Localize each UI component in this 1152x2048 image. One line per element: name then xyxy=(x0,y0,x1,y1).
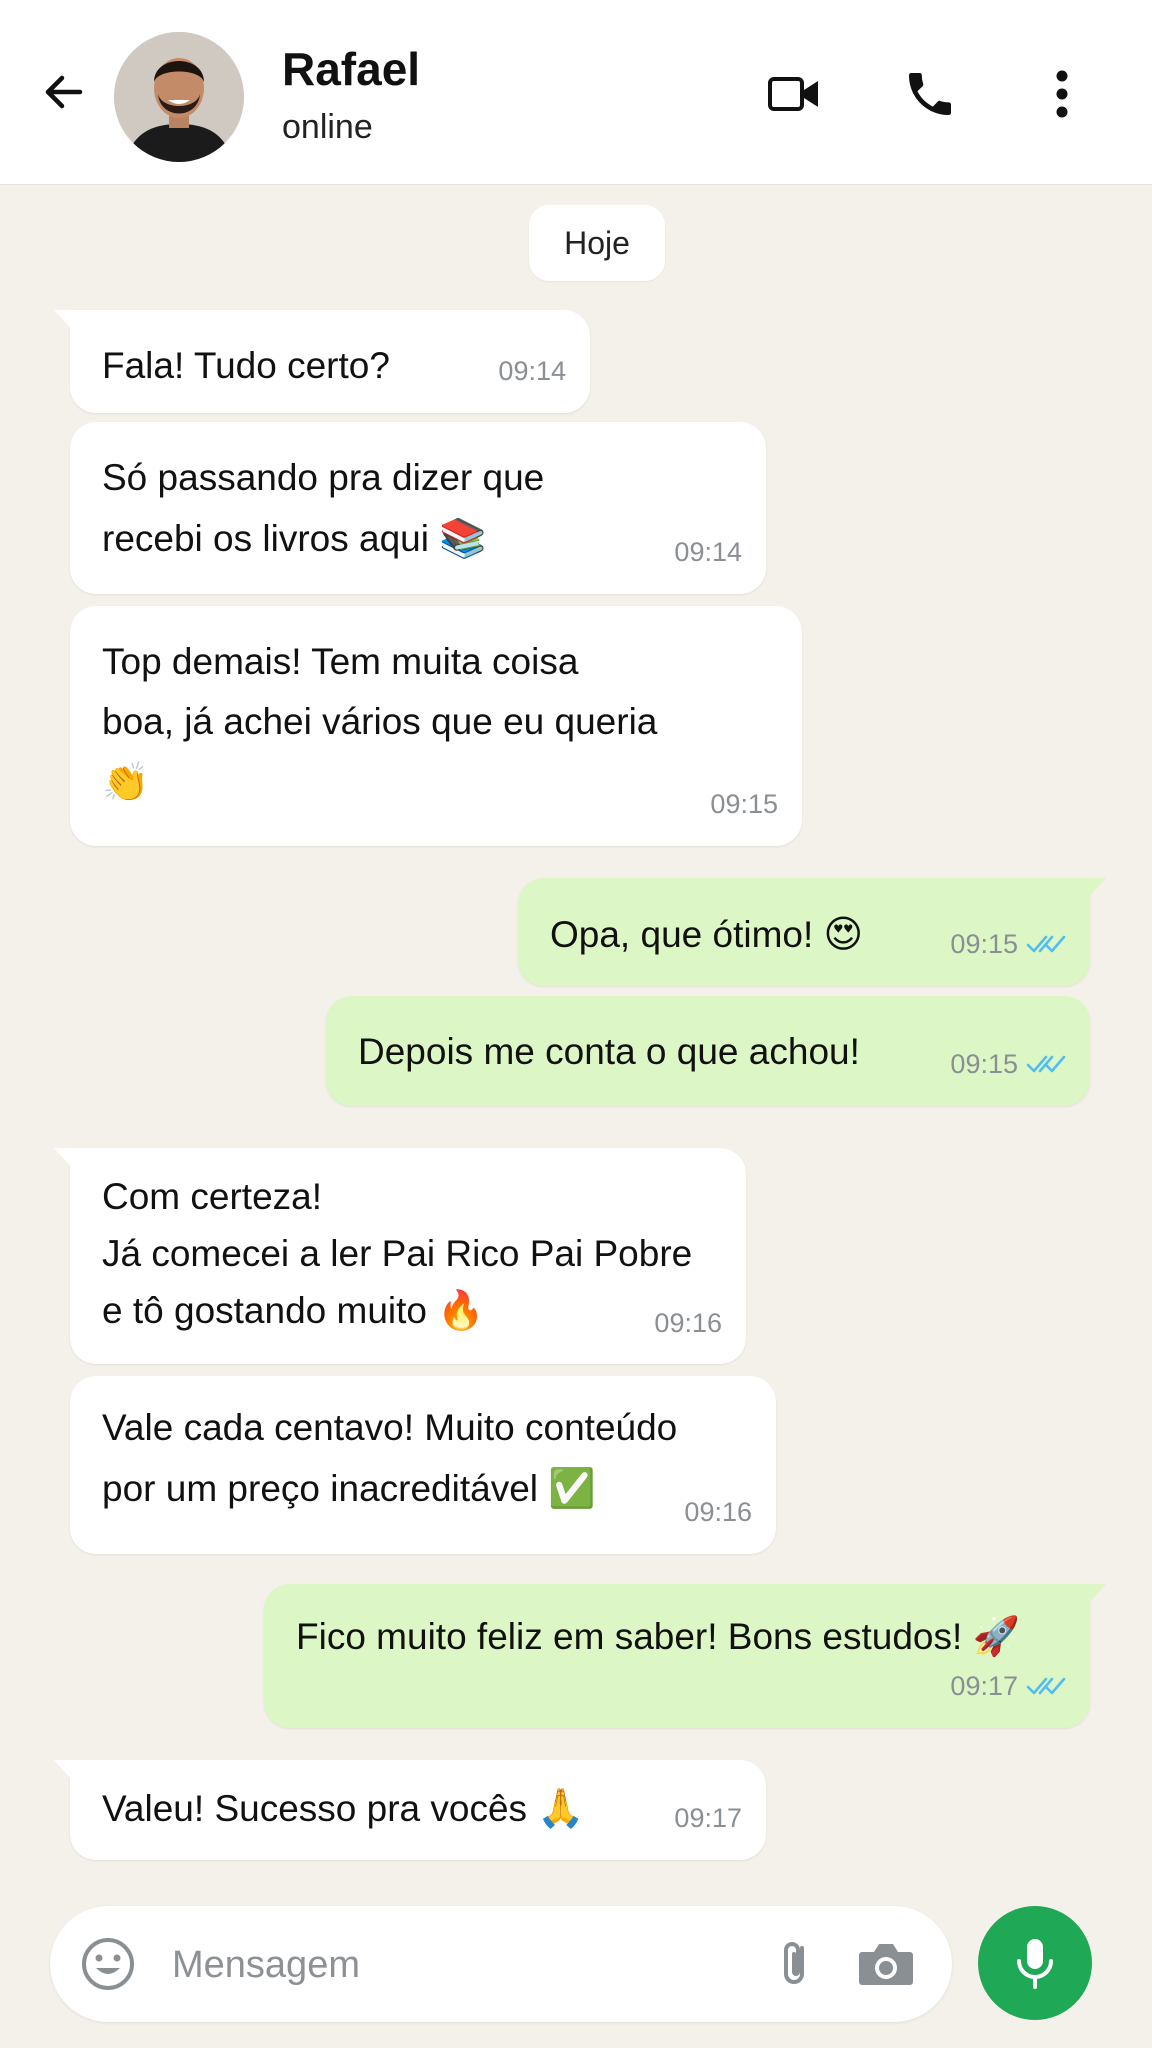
message-meta: 09:17 xyxy=(950,1656,1066,1716)
message-time: 09:16 xyxy=(654,1308,722,1338)
message-meta: 09:15 xyxy=(950,914,1066,974)
folded-hands-emoji: 🙏 xyxy=(537,1786,585,1830)
message-composer xyxy=(50,1906,952,2022)
contact-name[interactable]: Rafael xyxy=(282,42,420,96)
message-incoming[interactable]: Top demais! Tem muita coisa boa, já ache… xyxy=(70,606,802,846)
fire-emoji: 🔥 xyxy=(437,1288,485,1332)
message-incoming[interactable]: Vale cada centavo! Muito conteúdo por um… xyxy=(70,1376,776,1554)
message-time: 09:15 xyxy=(710,789,778,819)
message-input[interactable] xyxy=(170,1934,734,1996)
microphone-icon xyxy=(1017,1939,1053,1989)
message-meta: 09:14 xyxy=(674,522,742,582)
read-receipt-icon xyxy=(1026,935,1066,953)
message-meta: 09:15 xyxy=(950,1034,1066,1094)
phone-icon xyxy=(909,73,951,115)
message-outgoing[interactable]: Opa, que ótimo! 😍 09:15 xyxy=(518,878,1106,986)
message-time: 09:15 xyxy=(950,929,1018,959)
clapping-hands-emoji: 👏 xyxy=(102,760,150,804)
read-receipt-icon xyxy=(1026,1055,1066,1073)
message-time: 09:15 xyxy=(950,1049,1018,1079)
video-call-button[interactable] xyxy=(758,58,830,130)
message-time: 09:17 xyxy=(674,1803,742,1833)
bubble-tail xyxy=(54,310,72,330)
message-time: 09:16 xyxy=(684,1497,752,1527)
bubble-tail xyxy=(54,1148,72,1168)
heart-eyes-emoji: 😍 xyxy=(823,912,864,956)
message-incoming[interactable]: Só passando pra dizer que recebi os livr… xyxy=(70,422,766,594)
message-outgoing[interactable]: Fico muito feliz em saber! Bons estudos!… xyxy=(264,1584,1106,1728)
chat-header: Rafael online xyxy=(0,0,1152,185)
back-button[interactable] xyxy=(32,60,96,124)
bubble-tail xyxy=(1088,878,1106,898)
message-meta: 09:15 xyxy=(710,774,778,834)
bubble-tail xyxy=(1088,1584,1106,1604)
avatar-image xyxy=(114,32,244,162)
message-meta: 09:16 xyxy=(654,1295,722,1352)
message-text: Fala! Tudo certo? xyxy=(102,345,390,386)
message-meta: 09:16 xyxy=(684,1482,752,1542)
message-text: Top demais! Tem muita coisa boa, já ache… xyxy=(102,641,658,742)
camera-icon[interactable] xyxy=(854,1934,918,1994)
message-incoming[interactable]: Com certeza! Já comecei a ler Pai Rico P… xyxy=(54,1148,746,1364)
voice-message-button[interactable] xyxy=(978,1906,1092,2020)
bubble-tail xyxy=(54,1760,72,1780)
more-vertical-icon xyxy=(1056,70,1068,118)
message-meta: 09:17 xyxy=(674,1788,742,1848)
video-camera-icon xyxy=(768,77,818,111)
message-meta: 09:14 xyxy=(498,341,566,401)
message-incoming[interactable]: Fala! Tudo certo? 09:14 xyxy=(54,310,590,413)
check-mark-emoji: ✅ xyxy=(548,1466,596,1510)
message-text: Com certeza! Já comecei a ler Pai Rico P… xyxy=(102,1176,693,1331)
read-receipt-icon xyxy=(1026,1677,1066,1695)
message-incoming[interactable]: Valeu! Sucesso pra vocês 🙏 09:17 xyxy=(54,1760,766,1860)
message-time: 09:14 xyxy=(674,537,742,567)
arrow-left-icon xyxy=(45,75,83,109)
date-separator: Hoje xyxy=(529,205,665,281)
message-text: Opa, que ótimo! xyxy=(550,914,814,955)
smiley-icon[interactable] xyxy=(78,1934,138,1994)
message-text: Valeu! Sucesso pra vocês xyxy=(102,1788,528,1829)
message-time: 09:14 xyxy=(498,356,566,386)
message-text: Fico muito feliz em saber! Bons estudos! xyxy=(296,1616,963,1657)
message-time: 09:17 xyxy=(950,1671,1018,1701)
more-options-button[interactable] xyxy=(1026,58,1098,130)
message-outgoing[interactable]: Depois me conta o que achou! 09:15 xyxy=(326,996,1090,1106)
voice-call-button[interactable] xyxy=(894,58,966,130)
books-emoji: 📚 xyxy=(439,516,487,560)
avatar[interactable] xyxy=(114,32,244,162)
contact-status: online xyxy=(282,108,373,146)
message-text: Depois me conta o que achou! xyxy=(358,1031,860,1072)
rocket-emoji: 🚀 xyxy=(972,1614,1020,1658)
paperclip-icon[interactable] xyxy=(766,1934,826,1994)
